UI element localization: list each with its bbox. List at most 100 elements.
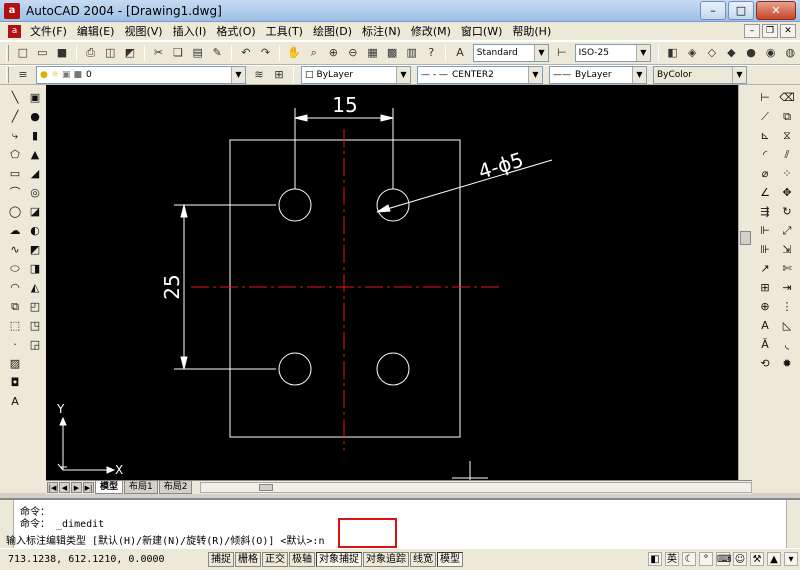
dim-update-icon[interactable]: ⟲ [757,355,773,372]
toolbar-grip[interactable] [6,67,9,83]
horizontal-scroll-thumb[interactable] [259,484,274,491]
paste-icon[interactable]: ▤ [190,45,206,61]
menu-format[interactable]: 格式(O) [211,22,260,41]
view-top-icon[interactable]: ◧ [665,45,681,61]
explode-icon[interactable]: ✹ [779,355,795,372]
section-icon[interactable]: ◨ [27,260,43,277]
shade-edges-icon[interactable]: ◍ [782,45,798,61]
trim-icon[interactable]: ✄ [779,260,795,277]
setup-drawing-icon[interactable]: ◰ [27,298,43,315]
command-scrollbar[interactable] [786,500,800,548]
stretch-icon[interactable]: ⇲ [779,241,795,258]
title-bar[interactable]: a AutoCAD 2004 - [Drawing1.dwg] – □ ✕ [0,0,800,22]
redo-icon[interactable]: ↷ [258,45,274,61]
torus-icon[interactable]: ◎ [27,184,43,201]
zoom-realtime-icon[interactable]: ⌕ [306,45,322,61]
text-style-select[interactable]: Standard ▼ [472,44,549,62]
cone-icon[interactable]: ▲ [27,146,43,163]
prev-tab-icon[interactable]: ◀ [59,482,70,493]
hole-top-right[interactable] [376,188,410,222]
point-icon[interactable]: · [7,336,23,353]
cylinder-icon[interactable]: ▮ [27,127,43,144]
fillet-icon[interactable]: ◟ [779,336,795,353]
dimension-text-15[interactable]: 15 [332,93,357,117]
scale-icon[interactable]: ⤢ [779,222,795,239]
dim-style-select[interactable]: ISO-25 ▼ [574,44,651,62]
dim-text-edit-icon[interactable]: Ā [757,336,773,353]
dim-edit-icon[interactable]: A [757,317,773,334]
moon-icon[interactable]: ☾ [682,552,696,566]
line-icon[interactable]: ╲ [7,89,23,106]
view-iso-icon[interactable]: ◈ [684,45,700,61]
copy-object-icon[interactable]: ⧉ [779,108,795,125]
chamfer-icon[interactable]: ◺ [779,317,795,334]
menu-window[interactable]: 窗口(W) [456,22,507,41]
maximize-icon[interactable]: □ [728,1,754,20]
menu-tools[interactable]: 工具(T) [261,22,308,41]
setup-view-icon[interactable]: ◳ [27,317,43,334]
extend-icon[interactable]: ⇥ [779,279,795,296]
horizontal-scrollbar[interactable] [200,482,752,493]
slice-icon[interactable]: ◩ [27,241,43,258]
shade-wire-icon[interactable]: ◇ [704,45,720,61]
print-icon[interactable]: ⎙ [83,45,99,61]
wrench-icon[interactable]: ⚒ [750,552,764,566]
chevron-down-icon[interactable]: ▼ [231,67,245,83]
make-current-icon[interactable]: ≋ [251,67,267,83]
command-prompt-input[interactable]: 输入标注编辑类型 [默认(H)/新建(N)/旋转(R)/倾斜(O)] <默认>:… [6,532,324,547]
rotate-icon[interactable]: ↻ [779,203,795,220]
leader-line[interactable] [376,159,553,213]
linetype-select[interactable]: — - — CENTER2 ▼ [417,66,543,84]
chevron-down-icon[interactable]: ▼ [732,67,746,83]
continue-dim-icon[interactable]: ⊪ [757,241,773,258]
move-icon[interactable]: ✥ [779,184,795,201]
document-icon[interactable]: a [8,24,21,38]
undo-icon[interactable]: ↶ [238,45,254,61]
keyboard-icon[interactable]: ⌨ [716,552,731,566]
new-icon[interactable]: □ [15,45,31,61]
setup-profile-icon[interactable]: ◲ [27,336,43,353]
minimize-icon[interactable]: – [700,1,726,20]
plate-outline[interactable] [229,139,461,438]
insert-block-icon[interactable]: ⧉ [7,298,23,315]
box-icon[interactable]: ▣ [27,89,43,106]
spline-icon[interactable]: ∿ [7,241,23,258]
aligned-dim-icon[interactable]: ⟋ [757,108,773,125]
polyline-icon[interactable]: ⤷ [7,127,23,144]
dim-style-icon[interactable]: ⊢ [554,45,570,61]
last-tab-icon[interactable]: ▶| [83,482,94,493]
first-tab-icon[interactable]: |◀ [47,482,58,493]
shade-flat-icon[interactable]: ● [743,45,759,61]
quick-dim-icon[interactable]: ⇶ [757,203,773,220]
vertical-scrollbar[interactable] [738,85,752,480]
layer-manager-icon[interactable]: ≡ [15,67,31,83]
break-icon[interactable]: ⋮ [779,298,795,315]
menu-insert[interactable]: 插入(I) [168,22,212,41]
osnap-toggle[interactable]: 对象捕捉 [316,552,362,567]
copy-icon[interactable]: ❏ [170,45,186,61]
ordinate-dim-icon[interactable]: ⊾ [757,127,773,144]
ime-icon[interactable]: ◧ [648,552,662,566]
ime-lang-label[interactable]: 英 [665,552,679,566]
color-select[interactable]: □ ByLayer ▼ [301,66,411,84]
zoom-window-icon[interactable]: ⊕ [326,45,342,61]
user-icon[interactable]: ☺ [733,552,747,566]
menu-help[interactable]: 帮助(H) [507,22,556,41]
zoom-previous-icon[interactable]: ⊖ [345,45,361,61]
mtext-icon[interactable]: A [7,393,23,410]
hole-top-left[interactable] [278,188,312,222]
mirror-icon[interactable]: ⧖ [779,127,795,144]
pan-icon[interactable]: ✋ [286,45,302,61]
xline-icon[interactable]: ╱ [7,108,23,125]
tool-palettes-icon[interactable]: ▥ [404,45,420,61]
ellipse-arc-icon[interactable]: ◠ [7,279,23,296]
tolerance-icon[interactable]: ⊞ [757,279,773,296]
leader-icon[interactable]: ↗ [757,260,773,277]
center-mark-icon[interactable]: ⊕ [757,298,773,315]
linear-dim-icon[interactable]: ⊢ [757,89,773,106]
offset-icon[interactable]: ⫽ [779,146,795,163]
snap-toggle[interactable]: 捕捉 [208,552,234,567]
interfere-icon[interactable]: ◭ [27,279,43,296]
angular-dim-icon[interactable]: ∠ [757,184,773,201]
tab-layout2[interactable]: 布局2 [158,481,193,494]
